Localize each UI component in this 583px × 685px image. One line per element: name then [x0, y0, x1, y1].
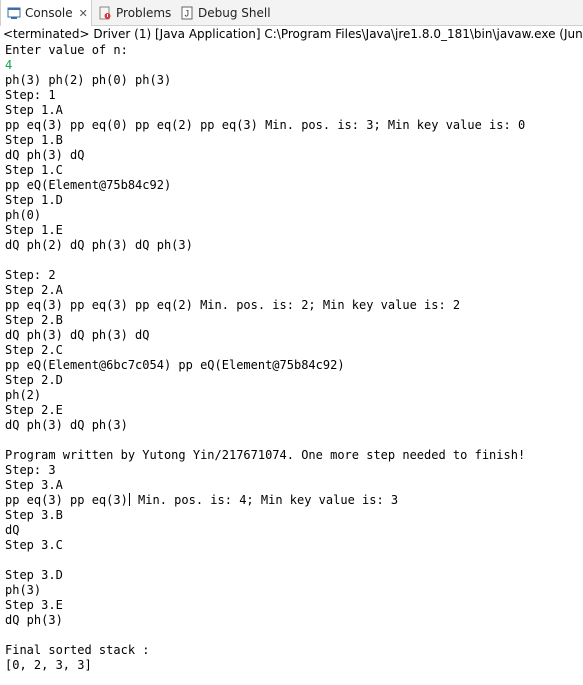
console-line: Step: 1	[5, 88, 56, 102]
console-line: [0, 2, 3, 3]	[5, 658, 92, 672]
close-icon[interactable]: ✕	[79, 7, 88, 20]
console-line-head: pp eq(3) pp eq(3)	[5, 493, 128, 507]
console-line: pp eq(3) pp eq(0) pp eq(2) pp eq(3) Min.…	[5, 118, 526, 132]
console-line: dQ ph(3) dQ ph(3)	[5, 418, 128, 432]
text-caret	[128, 493, 130, 506]
console-line: Step 1.D	[5, 193, 63, 207]
console-line: Step 1.E	[5, 223, 63, 237]
console-line: ph(3)	[5, 583, 42, 597]
console-line: dQ ph(2) dQ ph(3) dQ ph(3)	[5, 238, 193, 252]
console-line: ph(0)	[5, 208, 42, 222]
console-line: Step 3.C	[5, 538, 63, 552]
console-line: Step 1.A	[5, 103, 63, 117]
console-line: ph(3) ph(2) ph(0) ph(3)	[5, 73, 172, 87]
console-line: Step 3.A	[5, 478, 63, 492]
view-tab-bar: Console ✕ Problems J Debug Shell	[0, 0, 583, 26]
console-line: Step: 3	[5, 463, 56, 477]
console-line: Step 3.D	[5, 568, 63, 582]
svg-text:J: J	[185, 9, 190, 19]
tab-console-label: Console	[25, 6, 73, 20]
console-line: Step: 2	[5, 268, 56, 282]
console-line: dQ ph(3) dQ	[5, 148, 85, 162]
console-line: dQ ph(3) dQ ph(3) dQ	[5, 328, 150, 342]
console-line-with-caret: pp eq(3) pp eq(3) Min. pos. is: 4; Min k…	[5, 493, 398, 508]
console-line: Step 2.C	[5, 343, 63, 357]
console-output[interactable]: Enter value of n: 4 ph(3) ph(2) ph(0) ph…	[0, 43, 583, 685]
console-line: Step 1.B	[5, 133, 63, 147]
tab-console[interactable]: Console ✕	[0, 0, 92, 26]
console-line: Step 2.D	[5, 373, 63, 387]
console-line: Step 2.A	[5, 283, 63, 297]
problems-icon	[98, 6, 112, 20]
tab-problems-label: Problems	[116, 6, 172, 20]
console-line: Final sorted stack :	[5, 643, 150, 657]
console-line: Step 3.E	[5, 598, 63, 612]
console-line: Step 2.B	[5, 313, 63, 327]
debug-shell-icon: J	[180, 6, 194, 20]
console-line: pp eq(3) pp eq(3) pp eq(2) Min. pos. is:…	[5, 298, 461, 312]
console-line: dQ	[5, 523, 20, 537]
tab-debug-shell[interactable]: J Debug Shell	[180, 0, 280, 26]
console-line-tail: Min. pos. is: 4; Min key value is: 3	[130, 493, 399, 507]
console-line: ph(2)	[5, 388, 42, 402]
console-icon	[7, 6, 21, 20]
tab-problems[interactable]: Problems	[98, 0, 176, 26]
console-user-input: 4	[5, 58, 13, 72]
console-line: Program written by Yutong Yin/217671074.…	[5, 448, 526, 462]
process-status: <terminated> Driver (1) [Java Applicatio…	[3, 27, 583, 41]
console-line: Step 1.C	[5, 163, 63, 177]
tab-debug-shell-label: Debug Shell	[198, 6, 271, 20]
console-line: dQ ph(3)	[5, 613, 63, 627]
console-line: pp eQ(Element@6bc7c054) pp eQ(Element@75…	[5, 358, 345, 372]
console-line: pp eQ(Element@75b84c92)	[5, 178, 172, 192]
console-line: Enter value of n:	[5, 43, 128, 57]
console-line: Step 3.B	[5, 508, 63, 522]
console-line: Step 2.E	[5, 403, 63, 417]
